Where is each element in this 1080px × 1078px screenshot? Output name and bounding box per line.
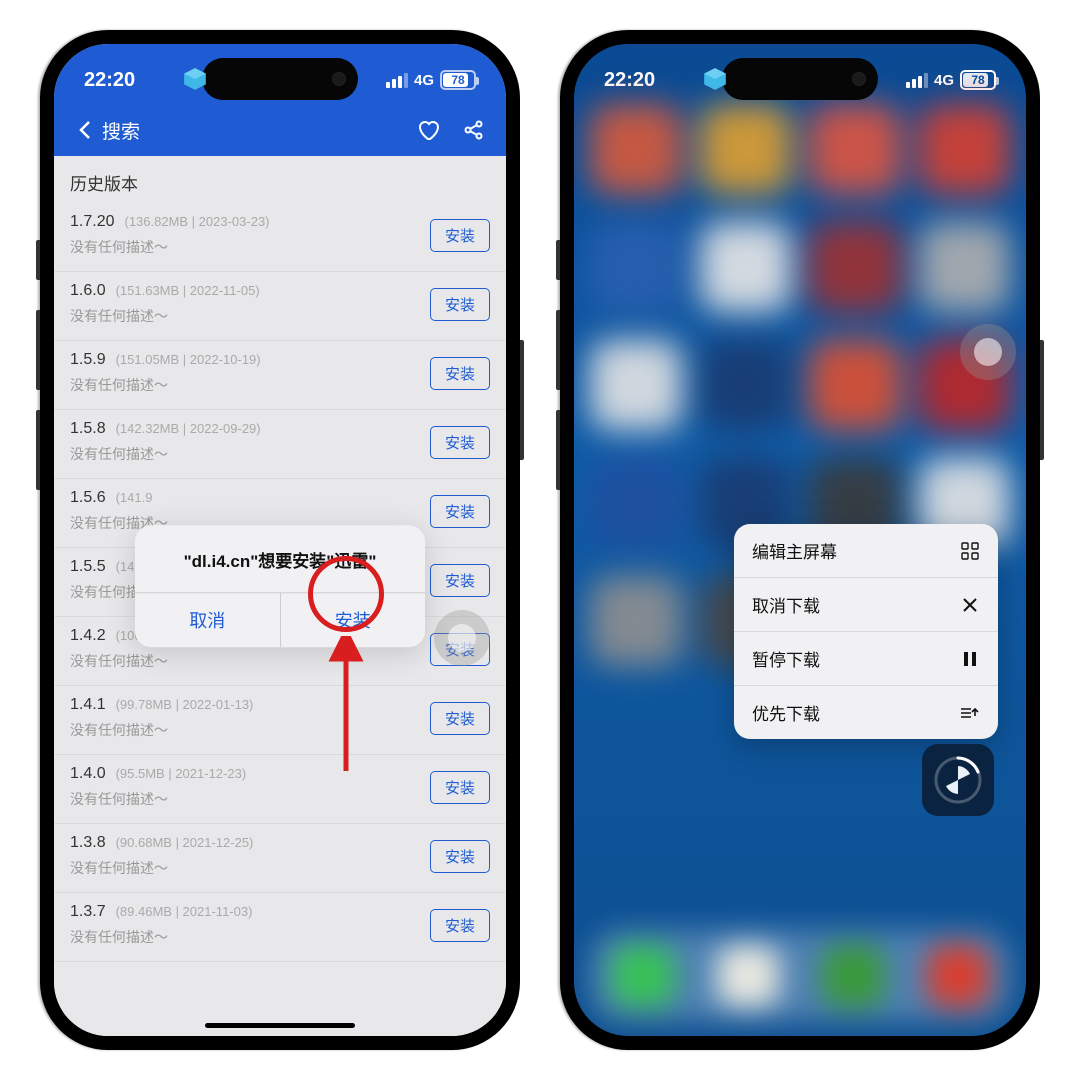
- cancel-button[interactable]: 取消: [135, 593, 280, 647]
- dialog-title: "dl.i4.cn"想要安装"迅雷": [135, 525, 425, 592]
- priority-icon: [960, 703, 980, 723]
- version-number: 1.5.5: [70, 558, 106, 576]
- section-title: 历史版本: [54, 156, 506, 203]
- battery-icon: 78: [440, 70, 476, 90]
- version-number: 1.5.9: [70, 351, 106, 369]
- menu-label: 取消下载: [752, 592, 820, 617]
- home-indicator[interactable]: [205, 1023, 355, 1028]
- install-button[interactable]: 安装: [430, 771, 490, 804]
- version-desc: 没有任何描述～: [70, 789, 430, 809]
- context-menu-item[interactable]: 编辑主屏幕: [734, 524, 998, 578]
- install-button[interactable]: 安装: [430, 357, 490, 390]
- version-meta: (99.78MB | 2022-01-13): [116, 697, 254, 712]
- version-number: 1.3.8: [70, 834, 106, 852]
- install-button[interactable]: 安装: [430, 426, 490, 459]
- version-meta: (89.46MB | 2021-11-03): [116, 904, 253, 919]
- apps-icon: [960, 541, 980, 561]
- x-icon: [960, 595, 980, 615]
- version-number: 1.5.6: [70, 489, 106, 507]
- version-desc: 没有任何描述～: [70, 375, 430, 395]
- dock-blurred: [590, 930, 1010, 1022]
- version-meta: (136.82MB | 2023-03-23): [124, 214, 269, 229]
- version-number: 1.4.2: [70, 627, 106, 645]
- version-desc: 没有任何描述～: [70, 306, 430, 326]
- heart-icon[interactable]: [416, 118, 440, 142]
- assistive-touch[interactable]: [434, 610, 490, 666]
- version-meta: (151.63MB | 2022-11-05): [116, 283, 260, 298]
- nav-bar: 搜索: [54, 104, 506, 156]
- install-button[interactable]: 安装: [430, 219, 490, 252]
- version-number: 1.7.20: [70, 213, 114, 231]
- version-item: 1.7.20 (136.82MB | 2023-03-23) 没有任何描述～ 安…: [54, 203, 506, 272]
- version-desc: 没有任何描述～: [70, 651, 430, 671]
- version-meta: (90.68MB | 2021-12-25): [116, 835, 254, 850]
- status-time: 22:20: [604, 69, 655, 92]
- version-meta: (142.32MB | 2022-09-29): [116, 421, 261, 436]
- dynamic-island: [202, 58, 358, 100]
- back-button[interactable]: 搜索: [74, 117, 140, 144]
- screen-right: 22:20 4G 78 编辑主屏幕取消下载暂停下载优先下载: [574, 44, 1026, 1036]
- signal-icon: [386, 73, 408, 88]
- assistive-touch[interactable]: [960, 324, 1016, 380]
- share-icon[interactable]: [462, 118, 486, 142]
- install-button[interactable]: 安装: [280, 593, 426, 647]
- dynamic-island: [722, 58, 878, 100]
- install-button[interactable]: 安装: [430, 702, 490, 735]
- install-dialog: "dl.i4.cn"想要安装"迅雷" 取消 安装: [135, 525, 425, 647]
- menu-label: 编辑主屏幕: [752, 538, 837, 563]
- version-meta: (141.9: [116, 490, 153, 505]
- context-menu: 编辑主屏幕取消下载暂停下载优先下载: [734, 524, 998, 739]
- network-label: 4G: [934, 72, 954, 89]
- battery-icon: 78: [960, 70, 996, 90]
- version-number: 1.4.1: [70, 696, 106, 714]
- status-time: 22:20: [84, 69, 135, 92]
- context-menu-item[interactable]: 优先下载: [734, 686, 998, 739]
- context-menu-item[interactable]: 取消下载: [734, 578, 998, 632]
- version-item: 1.3.7 (89.46MB | 2021-11-03) 没有任何描述～ 安装: [54, 893, 506, 962]
- content: 历史版本 1.7.20 (136.82MB | 2023-03-23) 没有任何…: [54, 156, 506, 1036]
- version-desc: 没有任何描述～: [70, 927, 430, 947]
- app-indicator-icon: [180, 64, 210, 94]
- downloading-app-icon[interactable]: [922, 744, 994, 816]
- version-desc: 没有任何描述～: [70, 237, 430, 257]
- context-menu-item[interactable]: 暂停下载: [734, 632, 998, 686]
- install-button[interactable]: 安装: [430, 909, 490, 942]
- network-label: 4G: [414, 72, 434, 89]
- version-number: 1.4.0: [70, 765, 106, 783]
- install-button[interactable]: 安装: [430, 495, 490, 528]
- version-desc: 没有任何描述～: [70, 858, 430, 878]
- version-item: 1.3.8 (90.68MB | 2021-12-25) 没有任何描述～ 安装: [54, 824, 506, 893]
- version-desc: 没有任何描述～: [70, 444, 430, 464]
- version-meta: (95.5MB | 2021-12-23): [116, 766, 247, 781]
- version-item: 1.5.9 (151.05MB | 2022-10-19) 没有任何描述～ 安装: [54, 341, 506, 410]
- version-number: 1.5.8: [70, 420, 106, 438]
- pause-icon: [960, 649, 980, 669]
- version-meta: (151.05MB | 2022-10-19): [116, 352, 261, 367]
- screen-left: 22:20 4G 78 搜索 历史版本: [54, 44, 506, 1036]
- install-button[interactable]: 安装: [430, 840, 490, 873]
- version-number: 1.3.7: [70, 903, 106, 921]
- version-item: 1.6.0 (151.63MB | 2022-11-05) 没有任何描述～ 安装: [54, 272, 506, 341]
- version-desc: 没有任何描述～: [70, 720, 430, 740]
- version-item: 1.4.0 (95.5MB | 2021-12-23) 没有任何描述～ 安装: [54, 755, 506, 824]
- phone-left: 22:20 4G 78 搜索 历史版本: [40, 30, 520, 1050]
- version-item: 1.5.8 (142.32MB | 2022-09-29) 没有任何描述～ 安装: [54, 410, 506, 479]
- chevron-left-icon: [74, 118, 98, 142]
- signal-icon: [906, 73, 928, 88]
- menu-label: 优先下载: [752, 700, 820, 725]
- install-button[interactable]: 安装: [430, 564, 490, 597]
- install-button[interactable]: 安装: [430, 288, 490, 321]
- version-number: 1.6.0: [70, 282, 106, 300]
- menu-label: 暂停下载: [752, 646, 820, 671]
- phone-right: 22:20 4G 78 编辑主屏幕取消下载暂停下载优先下载: [560, 30, 1040, 1050]
- app-indicator-icon: [700, 64, 730, 94]
- version-item: 1.4.1 (99.78MB | 2022-01-13) 没有任何描述～ 安装: [54, 686, 506, 755]
